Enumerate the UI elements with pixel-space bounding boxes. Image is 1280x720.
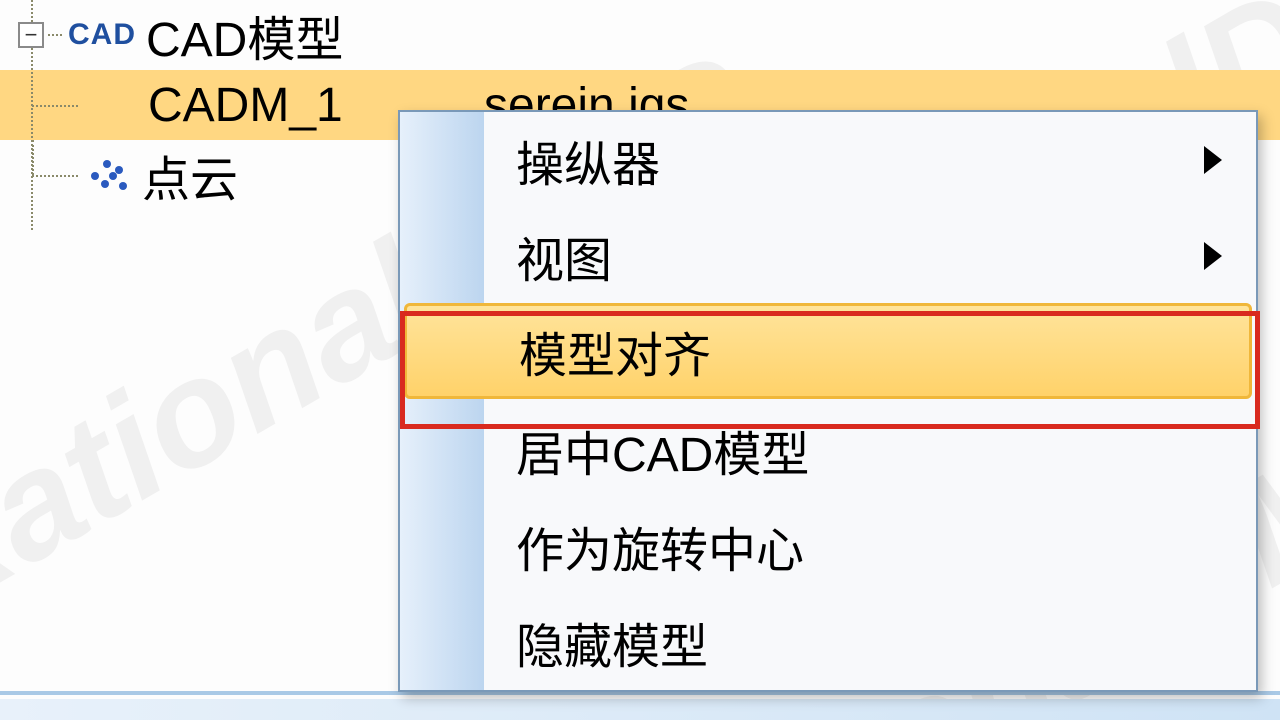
context-menu: 操纵器 视图 模型对齐 居中CAD模型 作为旋转中心 隐藏模型 — [398, 110, 1258, 692]
tree-node-cad-root[interactable]: − CAD CAD模型 — [0, 0, 1280, 70]
cad-icon: CAD — [68, 18, 136, 52]
menu-item-label: 作为旋转中心 — [516, 511, 804, 581]
submenu-arrow-icon — [1204, 242, 1222, 270]
tree-node-label: 点云 — [142, 140, 442, 210]
menu-item-center-cad[interactable]: 居中CAD模型 — [400, 402, 1256, 498]
status-bar — [0, 699, 1280, 720]
menu-item-rotation-center[interactable]: 作为旋转中心 — [400, 498, 1256, 594]
menu-item-view[interactable]: 视图 — [400, 208, 1256, 304]
menu-item-manipulator[interactable]: 操纵器 — [400, 112, 1256, 208]
menu-item-label: 模型对齐 — [519, 316, 711, 386]
submenu-arrow-icon — [1204, 146, 1222, 174]
menu-item-label: 隐藏模型 — [516, 607, 708, 677]
menu-item-label: 操纵器 — [516, 125, 660, 195]
tree-node-label: CAD模型 — [146, 0, 446, 70]
pointcloud-icon — [88, 158, 132, 192]
menu-item-label: 视图 — [516, 221, 612, 291]
menu-item-hide-model[interactable]: 隐藏模型 — [400, 594, 1256, 690]
tree-expander-minus-icon[interactable]: − — [18, 22, 44, 48]
menu-item-label: 居中CAD模型 — [516, 415, 809, 485]
menu-item-model-align[interactable]: 模型对齐 — [404, 303, 1252, 399]
